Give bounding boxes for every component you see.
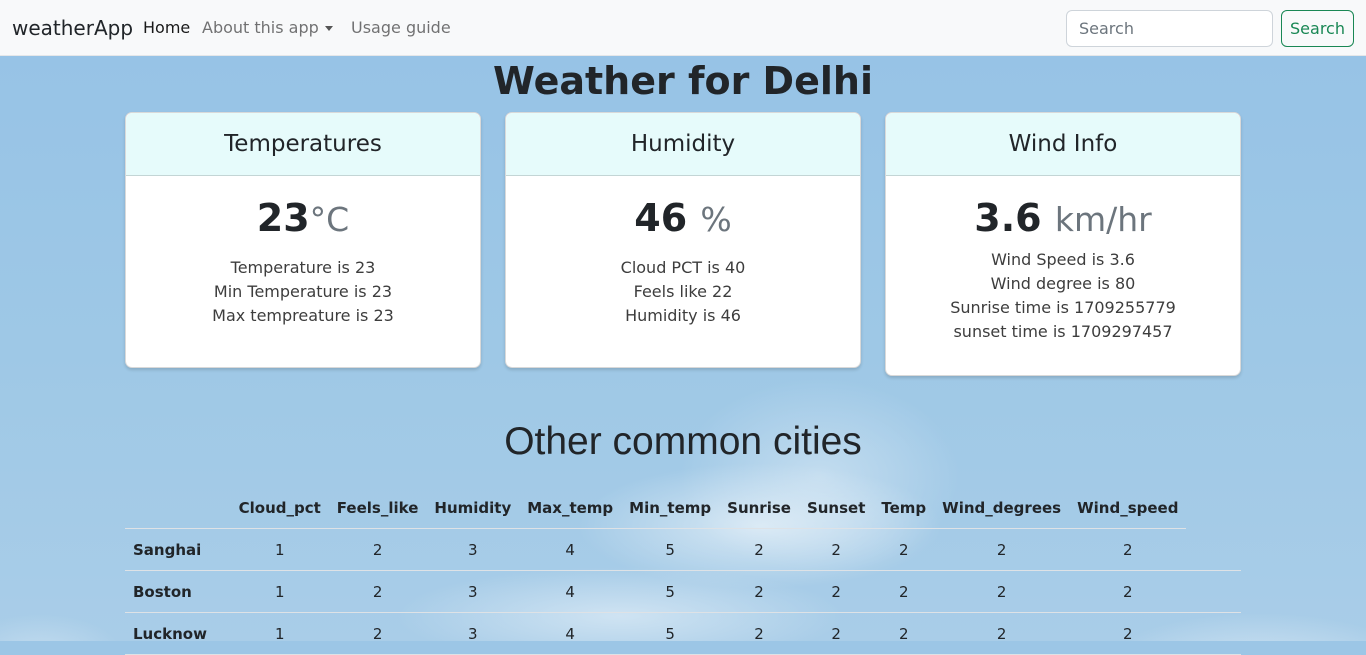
- column-header: Temp: [873, 488, 935, 529]
- table-cell: 5: [621, 528, 720, 571]
- table-cell: 4: [519, 612, 622, 655]
- table-cell: 2: [798, 528, 874, 571]
- card-body: 3.6 km/hr Wind Speed is 3.6 Wind degree …: [886, 176, 1240, 344]
- corner-header: [125, 488, 231, 529]
- humidity-card: Humidity 46 % Cloud PCT is 40 Feels like…: [505, 112, 861, 368]
- table-cell: 1: [230, 570, 329, 613]
- info-line: Feels like 22: [633, 282, 733, 301]
- humidity-value-display: 46 %: [506, 194, 860, 244]
- nav-link-home[interactable]: Home: [143, 18, 190, 38]
- table-cell: 2: [1069, 612, 1187, 655]
- cities-table: Cloud_pct Feels_like Humidity Max_temp M…: [125, 488, 1241, 655]
- page-title: Weather for Delhi: [493, 59, 873, 103]
- city-name: Boston: [125, 570, 231, 613]
- nav-link-about[interactable]: About this app: [202, 18, 319, 38]
- table-cell: 2: [328, 612, 427, 655]
- city-name: Lucknow: [125, 612, 231, 655]
- table-cell: 2: [873, 528, 935, 571]
- humidity-value: 46: [634, 196, 688, 240]
- temperature-unit: °C: [309, 200, 350, 239]
- card-body: 46 % Cloud PCT is 40 Feels like 22 Humid…: [506, 176, 860, 328]
- spacer-cell: [1186, 612, 1241, 655]
- search-input[interactable]: [1066, 10, 1273, 47]
- brand-logo[interactable]: weatherApp: [12, 15, 133, 41]
- search-button[interactable]: Search: [1281, 10, 1354, 47]
- temperatures-card: Temperatures 23°C Temperature is 23 Min …: [125, 112, 481, 368]
- info-line: sunset time is 1709297457: [953, 322, 1173, 341]
- column-header: Humidity: [426, 488, 520, 529]
- table-cell: 2: [934, 570, 1070, 613]
- nav-link-usage-guide[interactable]: Usage guide: [351, 18, 451, 38]
- wind-unit: km/hr: [1054, 200, 1152, 239]
- table-cell: 5: [621, 570, 720, 613]
- temperature-value-display: 23°C: [126, 194, 480, 244]
- info-line: Min Temperature is 23: [213, 282, 393, 301]
- info-line: Wind Speed is 3.6: [991, 250, 1135, 269]
- navbar: weatherApp Home About this app Usage gui…: [0, 0, 1366, 56]
- table-cell: 4: [519, 528, 622, 571]
- spacer-cell: [1186, 528, 1241, 571]
- info-line: Temperature is 23: [230, 258, 376, 277]
- spacer-header: [1186, 488, 1241, 529]
- column-header: Cloud_pct: [230, 488, 329, 529]
- table-row: Sanghai 1 2 3 4 5 2 2 2 2 2: [125, 528, 1241, 571]
- table-cell: 2: [873, 570, 935, 613]
- info-line: Max tempreature is 23: [212, 306, 394, 325]
- humidity-unit: %: [700, 200, 732, 239]
- table-row: Boston 1 2 3 4 5 2 2 2 2 2: [125, 570, 1241, 613]
- table-cell: 5: [621, 612, 720, 655]
- column-header: Sunset: [798, 488, 874, 529]
- table-cell: 2: [719, 528, 799, 571]
- table-cell: 1: [230, 612, 329, 655]
- info-line: Cloud PCT is 40: [620, 258, 746, 277]
- table-cell: 2: [873, 612, 935, 655]
- temperature-value: 23: [256, 196, 310, 240]
- table-cell: 2: [798, 570, 874, 613]
- info-line: Humidity is 46: [625, 306, 741, 325]
- column-header: Min_temp: [621, 488, 720, 529]
- info-line: Sunrise time is 1709255779: [950, 298, 1176, 317]
- column-header: Wind_degrees: [934, 488, 1070, 529]
- table-cell: 2: [719, 612, 799, 655]
- spacer-cell: [1186, 570, 1241, 613]
- table-cell: 2: [798, 612, 874, 655]
- table-cell: 2: [1069, 528, 1187, 571]
- table-cell: 1: [230, 528, 329, 571]
- other-cities-title: Other common cities: [504, 420, 862, 463]
- info-line: Wind degree is 80: [990, 274, 1136, 293]
- wind-value-display: 3.6 km/hr: [886, 194, 1240, 244]
- table-cell: 4: [519, 570, 622, 613]
- dropdown-caret-icon[interactable]: [325, 26, 333, 31]
- table-cell: 2: [328, 570, 427, 613]
- table-cell: 2: [1069, 570, 1187, 613]
- column-header: Feels_like: [328, 488, 427, 529]
- table-row: Lucknow 1 2 3 4 5 2 2 2 2 2: [125, 612, 1241, 655]
- card-header: Humidity: [506, 113, 860, 176]
- table-cell: 3: [426, 528, 520, 571]
- table-cell: 2: [719, 570, 799, 613]
- card-header: Wind Info: [886, 113, 1240, 176]
- table-cell: 3: [426, 612, 520, 655]
- table-header-row: Cloud_pct Feels_like Humidity Max_temp M…: [125, 488, 1241, 529]
- table-cell: 2: [328, 528, 427, 571]
- card-body: 23°C Temperature is 23 Min Temperature i…: [126, 176, 480, 328]
- table-cell: 2: [934, 612, 1070, 655]
- wind-value: 3.6: [974, 196, 1042, 240]
- column-header: Max_temp: [519, 488, 622, 529]
- wind-info-card: Wind Info 3.6 km/hr Wind Speed is 3.6 Wi…: [885, 112, 1241, 376]
- column-header: Sunrise: [719, 488, 799, 529]
- column-header: Wind_speed: [1069, 488, 1187, 529]
- card-header: Temperatures: [126, 113, 480, 176]
- table-cell: 2: [934, 528, 1070, 571]
- city-name: Sanghai: [125, 528, 231, 571]
- table-cell: 3: [426, 570, 520, 613]
